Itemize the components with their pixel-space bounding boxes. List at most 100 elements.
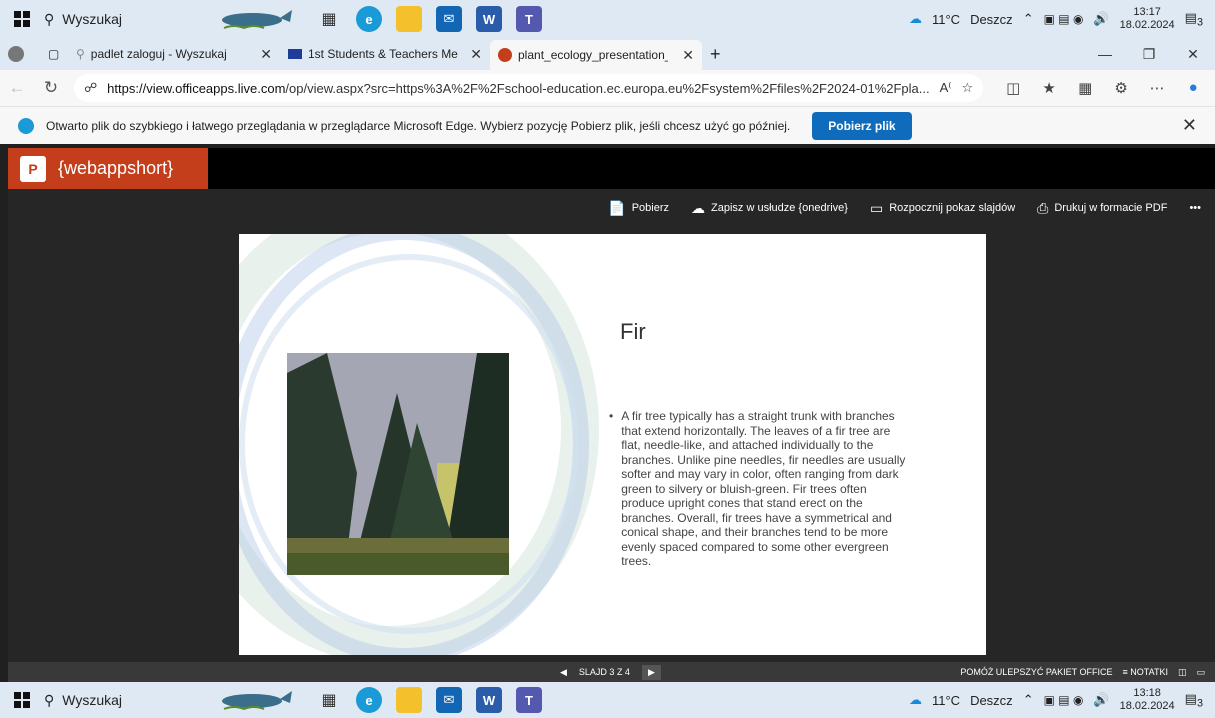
restore-icon[interactable]: ❐ [1127,38,1171,70]
search-icon: ⚲ [44,691,55,708]
favorites-icon[interactable]: ★ [1033,79,1065,97]
favorite-star-icon[interactable]: ☆ [962,80,974,96]
notes-button[interactable]: ≡ NOTATKI [1123,667,1168,677]
edge-icon[interactable]: e [356,687,382,713]
prev-slide-icon[interactable]: ◀ [560,667,567,678]
start-button[interactable] [0,0,44,38]
address-bar-row: ← ↻ ☍ https://view.officeapps.live.com/o… [0,70,1215,106]
slide-title: Fir [620,319,646,344]
search-icon: ⚲ [76,47,85,61]
reading-view-icon[interactable]: ◫ [1178,667,1187,678]
print-pdf-button[interactable]: ⎙ Drukuj w formacie PDF [1037,200,1167,217]
print-label: Drukuj w formacie PDF [1054,202,1168,214]
taskbar-search-label: Wyszukaj [62,11,123,27]
slide[interactable]: Fir • A fir tree typically has a straigh… [239,234,986,655]
tab-label: plant_ecology_presentation_zsp_ [518,48,668,62]
powerpoint-icon: P [20,155,46,182]
taskbar-search[interactable]: ⚲ Wyszukaj [44,0,194,38]
tray-icons[interactable]: ▣ ▤ ◉ [1044,693,1084,707]
ppt-status-bar: ◀ SLAJD 3 Z 4 ▶ POMÓŻ ULEPSZYĆ PAKIET OF… [8,662,1215,682]
more-menu-icon[interactable]: ⋯ [1141,79,1173,97]
close-info-icon[interactable]: ✕ [1182,115,1197,136]
file-explorer-icon[interactable] [396,687,422,713]
tray-chevron-icon[interactable]: ⌃ [1023,692,1034,708]
notification-icon[interactable]: ▤3 [1185,10,1203,29]
weather-icon[interactable]: ☁ [909,11,922,27]
fir-tree-photo [287,353,509,575]
windows-icon [14,692,30,708]
tray-chevron-icon[interactable]: ⌃ [1023,11,1034,27]
whale-widget-icon[interactable] [214,6,294,32]
slide-stage: Fir • A fir tree typically has a straigh… [8,227,1215,662]
whale-widget-icon[interactable] [214,687,294,713]
next-slide-icon[interactable]: ▶ [641,664,661,680]
slideshow-icon: ▭ [869,199,884,216]
slide-counter: SLAJD 3 Z 4 [578,667,630,677]
teams-icon[interactable]: T [516,687,542,713]
tab-padlet[interactable]: ⚲ padlet zaloguj - Wyszukaj ✕ [68,40,280,68]
tray-icons[interactable]: ▣ ▤ ◉ [1044,12,1084,26]
close-tab-icon[interactable]: ✕ [470,46,482,63]
url-path: /op/view.aspx?src=https%3A%2F%2Fschool-e… [285,80,930,96]
mail-icon[interactable]: ✉ [436,6,462,32]
download-button[interactable]: 📄 Pobierz [608,200,669,217]
tab-meeting[interactable]: 1st Students & Teachers Meeting ✕ [280,40,490,68]
lock-icon: ☍ [84,80,98,95]
file-explorer-icon[interactable] [396,6,422,32]
download-file-button[interactable]: Pobierz plik [812,111,912,140]
clock[interactable]: 13:18 18.02.2024 [1120,687,1175,713]
url-field[interactable]: ☍ https://view.officeapps.live.com/op/vi… [74,74,984,102]
close-window-icon[interactable]: ✕ [1171,38,1215,70]
close-tab-icon[interactable]: ✕ [260,46,272,63]
more-options-button[interactable]: ••• [1189,202,1201,214]
taskbar-search[interactable]: ⚲ Wyszukaj [44,682,194,718]
powerpoint-icon [498,48,512,62]
clock[interactable]: 13:17 18.02.2024 [1120,6,1175,32]
clock-time: 13:17 [1133,6,1161,18]
edge-icon [18,117,34,134]
tab-label: padlet zaloguj - Wyszukaj [90,47,227,61]
save-onedrive-button[interactable]: ☁ Zapisz w usłudze {onedrive} [691,200,848,217]
close-tab-icon[interactable]: ✕ [682,47,694,64]
volume-icon[interactable]: 🔊 [1093,692,1109,708]
taskbar-bottom: ⚲ Wyszukaj ▦ e ✉ W T ☁ 11°C Deszcz ⌃ ▣ ▤… [0,682,1215,718]
save-label: Zapisz w usłudze {onedrive} [711,202,848,214]
search-icon: ⚲ [44,10,55,27]
notes-label: NOTATKI [1130,667,1168,677]
info-bar: Otwarto plik do szybkiego i łatwego prze… [0,106,1215,144]
extensions-icon[interactable]: ⚙ [1105,79,1137,97]
taskbar-search-label: Wyszukaj [62,692,123,708]
new-tab-button[interactable]: + [702,40,729,68]
collections-icon[interactable]: ▦ [1069,79,1101,97]
start-slideshow-button[interactable]: ▭ Rozpocznij pokaz slajdów [870,200,1015,217]
cloud-icon: ☁ [691,199,705,216]
refresh-icon[interactable]: ↻ [34,78,68,98]
back-icon[interactable]: ← [0,78,34,98]
mail-icon[interactable]: ✉ [436,687,462,713]
slideshow-view-icon[interactable]: ▭ [1196,667,1205,678]
profile-avatar[interactable] [0,40,40,68]
start-button[interactable] [0,682,44,718]
word-icon[interactable]: W [476,6,502,32]
task-view-icon[interactable]: ▦ [316,6,342,32]
info-text: Otwarto plik do szybkiego i łatwego prze… [46,118,791,133]
tab-actions-icon[interactable]: ▢ [40,40,68,68]
word-icon[interactable]: W [476,687,502,713]
weather-text: Deszcz [970,11,1013,27]
help-improve-link[interactable]: POMÓŻ ULEPSZYĆ PAKIET OFFICE [960,667,1112,677]
read-aloud-icon[interactable]: A⁽ [940,80,952,96]
weather-icon[interactable]: ☁ [909,692,922,708]
task-view-icon[interactable]: ▦ [316,687,342,713]
notes-icon: ≡ [1122,667,1128,677]
clock-time: 13:18 [1133,687,1161,699]
ppt-brand[interactable]: P {webappshort} [8,148,208,189]
edge-icon[interactable]: e [356,6,382,32]
split-screen-icon[interactable]: ◫ [997,79,1029,97]
notification-icon[interactable]: ▤3 [1185,691,1203,710]
minimize-icon[interactable]: — [1083,38,1127,70]
tab-presentation[interactable]: plant_ecology_presentation_zsp_ ✕ [490,40,702,70]
teams-icon[interactable]: T [516,6,542,32]
volume-icon[interactable]: 🔊 [1093,11,1109,27]
weather-text: Deszcz [970,692,1013,708]
copilot-icon[interactable]: ● [1177,79,1209,97]
